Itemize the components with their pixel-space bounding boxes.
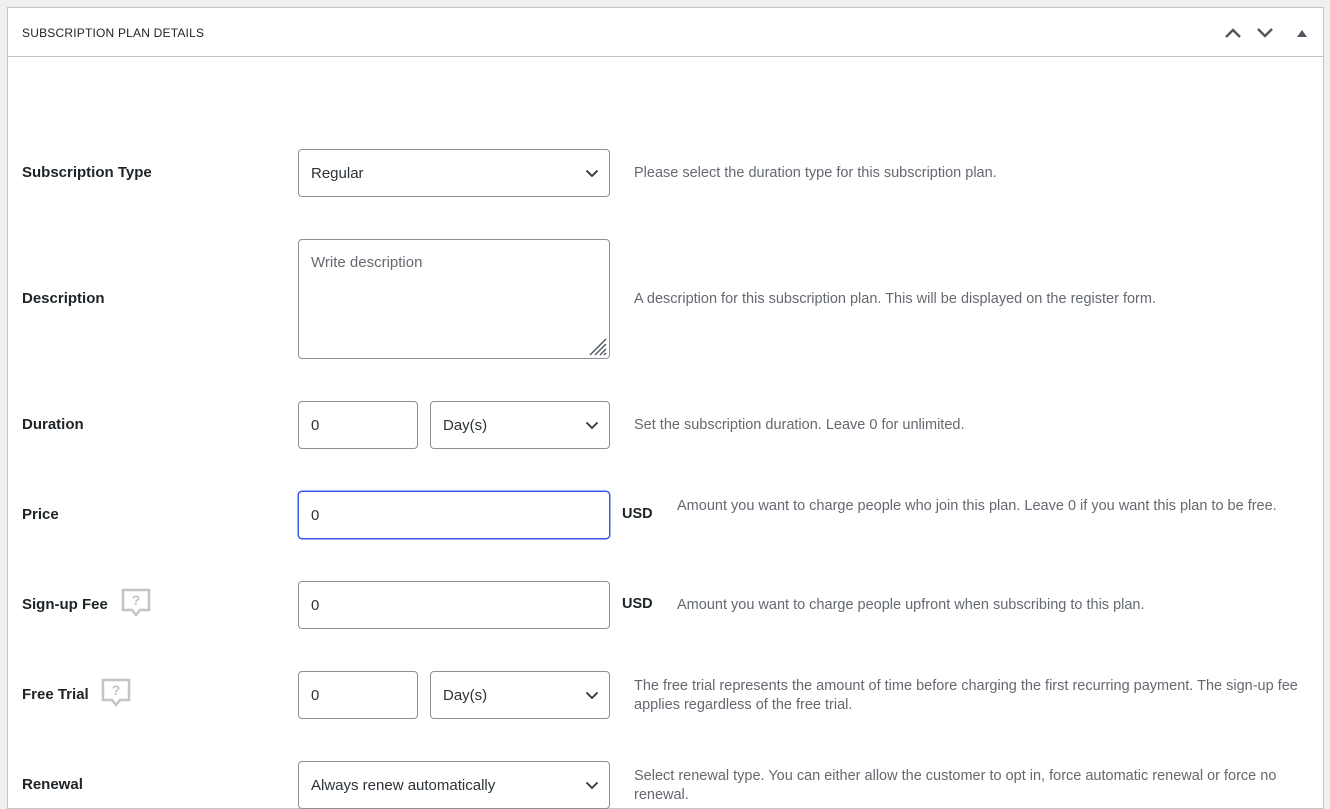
free-trial-description: The free trial represents the amount of … [634,678,1298,713]
duration-unit-value: Day(s) [443,416,488,434]
signup-fee-label: Sign-up Fee [22,596,108,613]
description-textarea[interactable] [298,239,610,359]
price-label: Price [22,506,59,523]
subscription-plan-details-panel: SUBSCRIPTION PLAN DETAILS Subscription T… [7,7,1324,809]
chevron-down-icon [585,781,599,790]
chevron-down-icon [585,691,599,700]
free-trial-unit-value: Day(s) [443,686,488,704]
description-textarea-wrapper [298,239,610,359]
price-currency: USD [622,506,653,522]
signup-fee-input[interactable] [298,581,610,629]
chevron-down-icon [585,169,599,178]
signup-fee-description: Amount you want to charge people upfront… [677,597,1145,613]
free-trial-input[interactable] [298,671,418,719]
panel-title: SUBSCRIPTION PLAN DETAILS [22,26,205,40]
renewal-label: Renewal [22,776,83,793]
free-trial-label: Free Trial [22,686,89,703]
chevron-down-icon [585,421,599,430]
subscription-type-label: Subscription Type [22,164,152,181]
triangle-up-icon [1297,30,1307,37]
subscription-type-select[interactable]: Regular [298,149,610,197]
description-help-text: A description for this subscription plan… [634,291,1156,307]
move-up-button[interactable] [1222,22,1244,44]
duration-label: Duration [22,416,84,433]
question-bubble-icon[interactable]: ? [101,678,131,710]
svg-text:?: ? [132,592,141,608]
chevron-up-icon [1225,28,1241,38]
svg-text:?: ? [112,682,121,698]
question-bubble-icon[interactable]: ? [121,588,151,620]
renewal-value: Always renew automatically [311,776,496,794]
subscription-type-value: Regular [311,164,364,182]
panel-header: SUBSCRIPTION PLAN DETAILS [8,8,1323,57]
price-input[interactable] [298,491,610,539]
collapse-toggle-button[interactable] [1291,22,1313,44]
move-down-button[interactable] [1254,22,1276,44]
price-description: Amount you want to charge people who joi… [677,498,1277,514]
duration-unit-select[interactable]: Day(s) [430,401,610,449]
description-label: Description [22,290,105,307]
renewal-description: Select renewal type. You can either allo… [634,768,1277,803]
renewal-select[interactable]: Always renew automatically [298,761,610,809]
free-trial-unit-select[interactable]: Day(s) [430,671,610,719]
duration-description: Set the subscription duration. Leave 0 f… [634,417,965,433]
duration-input[interactable] [298,401,418,449]
subscription-type-description: Please select the duration type for this… [634,165,997,181]
signup-fee-currency: USD [622,596,653,612]
chevron-down-icon [1257,28,1273,38]
